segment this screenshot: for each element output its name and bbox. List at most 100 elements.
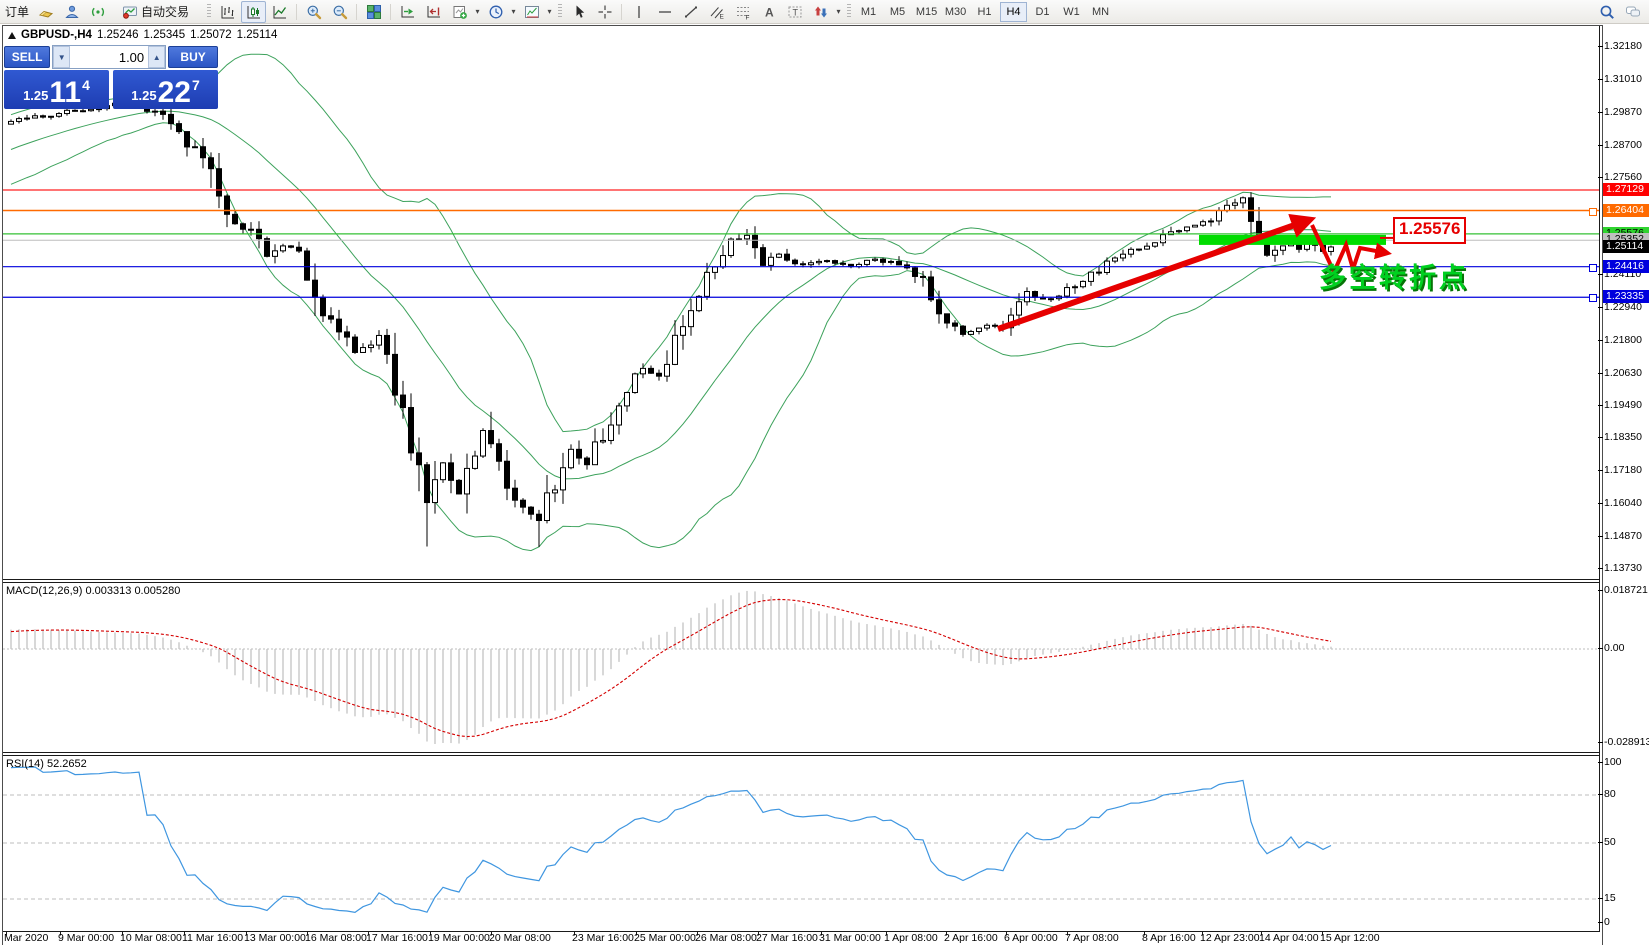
bar-chart-type-button[interactable] — [215, 1, 240, 23]
trendline-tool-button[interactable] — [678, 1, 703, 23]
macd-value-main: 0.003313 — [85, 585, 132, 597]
chat-icon[interactable] — [1620, 1, 1645, 23]
search-icon[interactable] — [1594, 1, 1619, 23]
candle-body — [1248, 197, 1254, 222]
candlestick-chart-type-button[interactable] — [241, 0, 267, 23]
line-handle[interactable] — [1589, 207, 1597, 216]
periods-clock-button[interactable] — [483, 1, 508, 23]
price-tick-mark — [1598, 372, 1603, 374]
volume-decrease-button[interactable]: ▼ — [53, 46, 71, 68]
vertical-line-tool-button[interactable] — [626, 1, 651, 23]
candle-body — [1192, 224, 1198, 228]
crosshair-tool-button[interactable] — [592, 1, 617, 23]
buy-button[interactable]: BUY — [168, 46, 218, 68]
line-handle[interactable] — [1589, 294, 1597, 303]
price-tick-mark — [1598, 111, 1603, 113]
buy-price-box[interactable]: 1.25 22 7 — [113, 70, 218, 109]
time-axis-label: Mar 2020 — [4, 932, 49, 944]
timeframe-H1[interactable]: H1 — [971, 2, 998, 22]
candle-body — [64, 109, 70, 115]
text-tool-button[interactable]: A — [756, 1, 781, 23]
rsi-axis-label: 100 — [1598, 756, 1622, 769]
templates-button[interactable] — [519, 1, 544, 23]
candle-body — [368, 344, 374, 349]
community-profile-icon[interactable] — [59, 1, 84, 23]
zoom-out-button[interactable] — [327, 1, 352, 23]
rsi-axis-label: 50 — [1598, 836, 1616, 849]
candle-body — [760, 247, 766, 266]
gold-ingot-icon[interactable] — [33, 1, 58, 23]
price-callout[interactable]: 1.25576 — [1393, 217, 1467, 244]
toolbar-separator — [296, 3, 298, 20]
rsi-value: 52.2652 — [46, 758, 87, 770]
price-axis[interactable]: 1.32180 1.31010 1.29870 1.28700 1.27560 1.241… — [1598, 25, 1649, 944]
tile-windows-button[interactable] — [361, 1, 386, 23]
line-handle[interactable] — [1589, 263, 1597, 272]
candle-body — [616, 405, 622, 426]
volume-input[interactable] — [70, 47, 149, 67]
templates-dropdown[interactable]: ▾ — [545, 7, 554, 16]
text-label-tool-button[interactable]: T — [782, 1, 807, 23]
new-chart-button[interactable] — [447, 1, 472, 23]
main-price-pane[interactable] — [3, 53, 1599, 552]
chart-shift-button[interactable] — [421, 1, 446, 23]
rsi-name: RSI(14) — [6, 758, 44, 770]
svg-text:F: F — [745, 14, 749, 20]
candle-body — [1152, 242, 1158, 247]
timeframe-M1[interactable]: M1 — [855, 2, 882, 22]
bollinger-lower — [10, 122, 1332, 552]
fibonacci-tool-button[interactable]: F — [730, 1, 755, 23]
chart-panes: GBPUSD-,H4 1.25246 1.25345 1.25072 1.251… — [2, 25, 1603, 945]
candle-body — [264, 238, 270, 257]
auto-scroll-button[interactable] — [395, 1, 420, 23]
macd-name: MACD(12,26,9) — [6, 585, 83, 597]
toolbar-grip[interactable] — [207, 4, 212, 19]
arrows-shapes-dropdown[interactable]: ▾ — [834, 7, 843, 16]
toolbar-grip[interactable] — [558, 4, 563, 19]
rsi-pane[interactable] — [3, 766, 1599, 914]
sell-button[interactable]: SELL — [4, 46, 51, 68]
volume-increase-button[interactable]: ▲ — [148, 46, 166, 68]
signals-icon[interactable] — [85, 1, 110, 23]
timeframe-MN[interactable]: MN — [1087, 2, 1114, 22]
timeframe-H4[interactable]: H4 — [1000, 1, 1028, 22]
chart-canvas[interactable] — [3, 26, 1600, 943]
timeframe-M5[interactable]: M5 — [884, 2, 911, 22]
candle-body — [288, 245, 294, 248]
svg-text:E: E — [719, 13, 724, 20]
toolbar-grip[interactable] — [847, 4, 852, 19]
price-tick-label: 1.29870 — [1598, 106, 1642, 119]
autotrading-button[interactable]: 自动交易 — [111, 1, 203, 23]
sell-price-box[interactable]: 1.25 11 4 — [4, 70, 109, 109]
price-tick-mark — [1598, 339, 1603, 341]
timeframe-M30[interactable]: M30 — [942, 2, 969, 22]
candle-body — [512, 487, 518, 501]
trend-arrow[interactable] — [997, 213, 1317, 332]
time-axis-label: 16 Mar 08:00 — [305, 932, 367, 944]
cursor-tool-button[interactable] — [566, 1, 591, 23]
arrows-shapes-button[interactable] — [808, 1, 833, 23]
timeframe-D1[interactable]: D1 — [1029, 2, 1056, 22]
macd-pane[interactable] — [3, 590, 1599, 744]
candle-body — [248, 228, 254, 231]
zoom-in-button[interactable] — [301, 1, 326, 23]
horizontal-line-tool-button[interactable] — [652, 1, 677, 23]
timeframe-W1[interactable]: W1 — [1058, 2, 1085, 22]
periods-dropdown[interactable]: ▾ — [509, 7, 518, 16]
candle-body — [504, 460, 510, 489]
equidistant-channel-tool-button[interactable]: E — [704, 1, 729, 23]
turning-point-label[interactable]: 多空转折点 — [1319, 256, 1469, 295]
candle-body — [584, 457, 590, 466]
timeframe-M15[interactable]: M15 — [913, 2, 940, 22]
candle-body — [728, 238, 734, 257]
candle-body — [176, 123, 182, 133]
time-axis-label: 9 Mar 00:00 — [58, 932, 115, 944]
new-order-button[interactable]: 订单 — [2, 3, 32, 20]
price-tick-mark — [1598, 404, 1603, 406]
line-chart-type-button[interactable] — [267, 1, 292, 23]
time-axis-label: 17 Mar 16:00 — [366, 932, 428, 944]
support-zone-rectangle[interactable] — [1199, 234, 1386, 245]
candle-body — [712, 266, 718, 273]
candle-body — [8, 120, 14, 125]
new-chart-dropdown[interactable]: ▾ — [473, 7, 482, 16]
